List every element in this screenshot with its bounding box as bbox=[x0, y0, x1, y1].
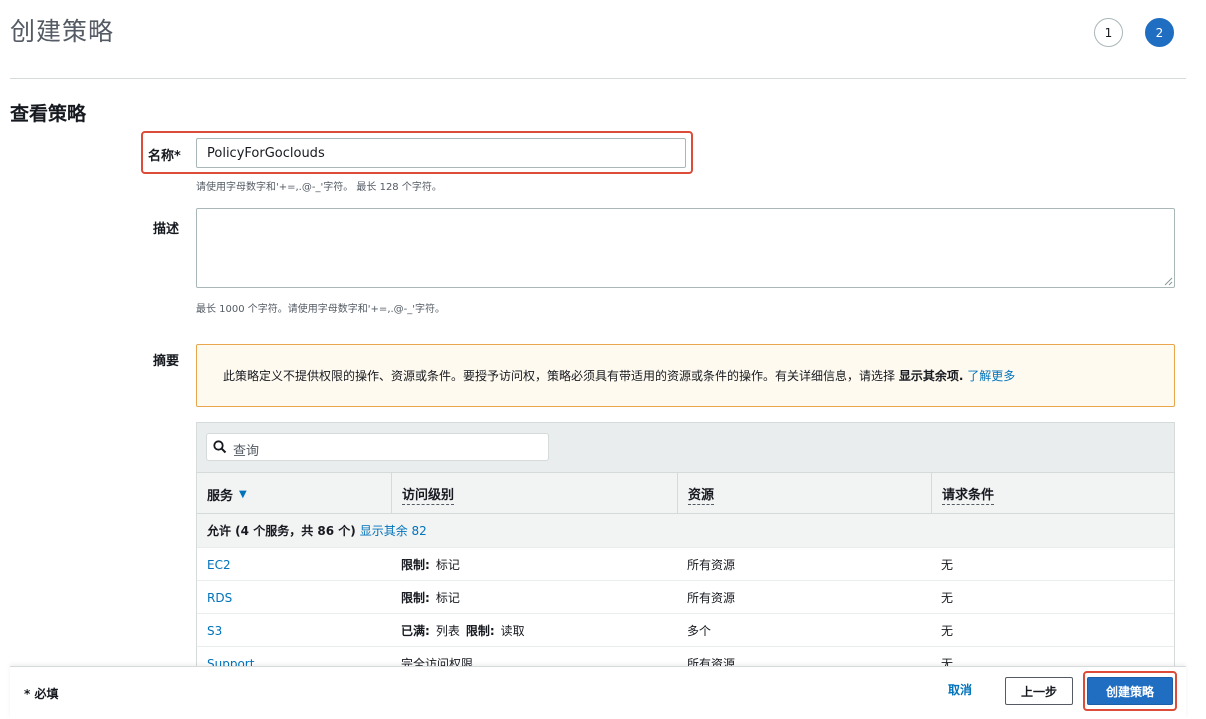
resource-cell: 所有资源 bbox=[687, 558, 736, 572]
access-level-text: 标记 bbox=[435, 558, 460, 572]
column-header-resource-label: 资源 bbox=[688, 484, 715, 505]
policy-name-input[interactable] bbox=[196, 138, 686, 168]
section-title: 查看策略 bbox=[10, 103, 87, 125]
column-header-service[interactable]: 服务 ▼ bbox=[197, 473, 391, 515]
table-row: EC2 限制: 标记 所有资源 无 bbox=[197, 548, 1174, 581]
footer-bar: * 必填 取消 上一步 创建策略 bbox=[10, 666, 1186, 719]
summary-label: 摘要 bbox=[153, 354, 180, 369]
column-header-service-label: 服务 bbox=[207, 488, 234, 504]
access-level-text: 列表 bbox=[435, 624, 460, 638]
access-level-bold: 限制: bbox=[401, 591, 430, 605]
search-placeholder: 查询 bbox=[233, 444, 260, 459]
access-level-cell: 已满: 列表 限制: 读取 bbox=[391, 614, 525, 647]
allow-group-row: 允许 (4 个服务，共 86 个) 显示其余 82 bbox=[197, 514, 1174, 548]
description-hint: 最长 1000 个字符。请使用字母数字和'+=,.@-_'字符。 bbox=[196, 304, 446, 315]
table-row: S3 已满: 列表 限制: 读取 多个 无 bbox=[197, 614, 1174, 647]
previous-button[interactable]: 上一步 bbox=[1005, 677, 1073, 705]
service-link-rds[interactable]: RDS bbox=[197, 581, 232, 614]
allow-group-label: 允许 (4 个服务，共 86 个) bbox=[207, 524, 356, 538]
resource-cell: 所有资源 bbox=[687, 591, 736, 605]
cancel-button[interactable]: 取消 bbox=[948, 681, 972, 698]
show-remaining-link[interactable]: 显示其余 82 bbox=[360, 522, 427, 539]
access-level-cell: 限制: 标记 bbox=[391, 548, 460, 581]
condition-cell: 无 bbox=[941, 624, 954, 638]
table-toolbar: 查询 bbox=[197, 423, 1174, 472]
page-title: 创建策略 bbox=[10, 17, 115, 46]
service-link-s3[interactable]: S3 bbox=[197, 614, 222, 647]
column-header-condition[interactable]: 请求条件 bbox=[931, 473, 1174, 515]
learn-more-link[interactable]: 了解更多 bbox=[967, 369, 1015, 383]
policy-summary-table: 查询 服务 ▼ 访问级别 资源 请求条件 允许 (4 个服务，共 86 个) 显… bbox=[196, 422, 1175, 682]
column-header-access-level-label: 访问级别 bbox=[402, 484, 455, 505]
search-input[interactable]: 查询 bbox=[206, 433, 549, 461]
condition-cell: 无 bbox=[941, 558, 954, 572]
sort-down-icon[interactable]: ▼ bbox=[239, 489, 247, 500]
summary-warning-box: 此策略定义不提供权限的操作、资源或条件。要授予访问权，策略必须具有带适用的资源或… bbox=[196, 344, 1175, 407]
column-header-access-level[interactable]: 访问级别 bbox=[391, 473, 677, 515]
resource-cell: 多个 bbox=[687, 624, 712, 638]
access-level-bold: 限制: bbox=[401, 558, 430, 572]
warning-message: 此策略定义不提供权限的操作、资源或条件。要授予访问权，策略必须具有带适用的资源或… bbox=[223, 367, 1015, 384]
table-row: RDS 限制: 标记 所有资源 无 bbox=[197, 581, 1174, 614]
warning-text: 此策略定义不提供权限的操作、资源或条件。要授予访问权，策略必须具有带适用的资源或… bbox=[223, 369, 896, 383]
table-header-row: 服务 ▼ 访问级别 资源 请求条件 bbox=[197, 472, 1174, 515]
resize-grip-icon[interactable] bbox=[1163, 276, 1173, 286]
step-1-indicator: 1 bbox=[1094, 18, 1123, 47]
description-label: 描述 bbox=[153, 222, 180, 237]
column-header-condition-label: 请求条件 bbox=[942, 484, 995, 505]
required-note: * 必填 bbox=[24, 687, 59, 701]
name-label: 名称* bbox=[148, 149, 181, 164]
access-level-text: 标记 bbox=[435, 591, 460, 605]
warning-bold-text: 显示其余项. bbox=[898, 369, 964, 383]
name-hint: 请使用字母数字和'+=,.@-_'字符。 最长 128 个字符。 bbox=[196, 182, 442, 193]
title-divider bbox=[10, 78, 1186, 79]
access-level-bold: 已满: bbox=[401, 624, 430, 638]
access-level-cell: 限制: 标记 bbox=[391, 581, 460, 614]
create-policy-button[interactable]: 创建策略 bbox=[1087, 677, 1173, 705]
service-link-ec2[interactable]: EC2 bbox=[197, 548, 231, 581]
description-textarea[interactable] bbox=[196, 208, 1175, 288]
search-icon bbox=[213, 440, 227, 454]
access-level-text: 读取 bbox=[500, 624, 525, 638]
access-level-bold: 限制: bbox=[465, 624, 495, 638]
column-header-resource[interactable]: 资源 bbox=[677, 473, 931, 515]
condition-cell: 无 bbox=[941, 591, 954, 605]
step-2-indicator: 2 bbox=[1145, 18, 1174, 47]
